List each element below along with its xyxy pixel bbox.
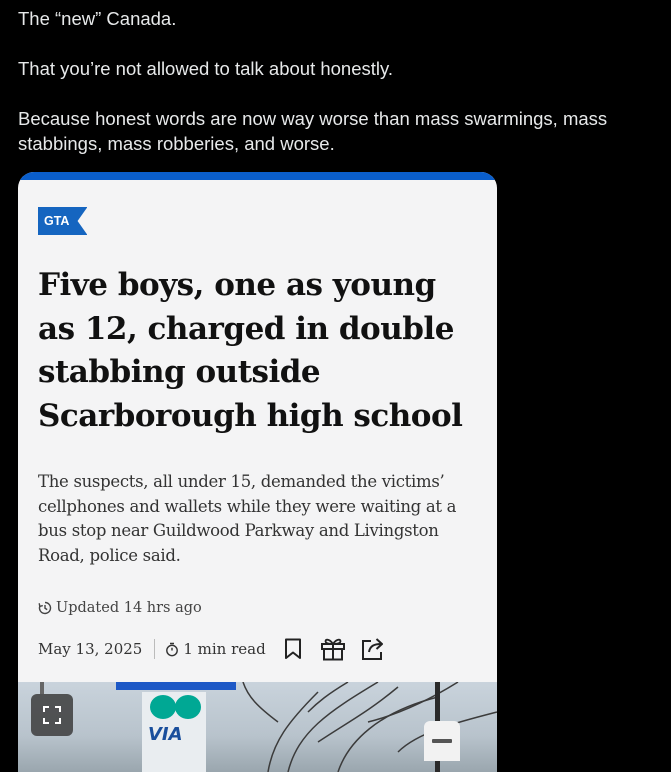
article-meta: May 13, 2025 1 min read [38, 634, 386, 664]
minimize-button[interactable] [424, 721, 460, 761]
article-dek: The suspects, all under 15, demanded the… [38, 472, 457, 565]
post-text: The “new” Canada. That you’re not allowe… [18, 6, 658, 156]
gift-icon [320, 638, 345, 661]
gift-button[interactable] [320, 636, 346, 662]
read-time: 1 min read [165, 640, 266, 658]
article-headline[interactable]: Five boys, one as young as 12, charged i… [38, 264, 478, 438]
meta-divider [154, 639, 156, 659]
article-card[interactable]: GTA Five boys, one as young as 12, charg… [18, 172, 497, 772]
updated-text: Updated 14 hrs ago [56, 600, 202, 616]
minus-icon [432, 739, 452, 743]
accent-bar [18, 172, 497, 180]
expand-icon [43, 706, 61, 724]
timer-icon [166, 642, 179, 656]
updated-info: Updated 14 hrs ago [38, 600, 202, 616]
article-photo[interactable]: VIA [18, 682, 497, 772]
publish-date: May 13, 2025 [38, 640, 143, 658]
share-button[interactable] [360, 636, 386, 662]
section-tag[interactable]: GTA [38, 207, 88, 235]
post-line-1: The “new” Canada. [18, 8, 177, 29]
post-line-2: That you’re not allowed to talk about ho… [18, 58, 394, 79]
read-time-text: 1 min read [183, 640, 266, 658]
post-line-3: Because honest words are now way worse t… [18, 108, 608, 154]
bookmark-button[interactable] [280, 636, 306, 662]
expand-image-button[interactable] [31, 694, 73, 736]
share-icon [361, 638, 383, 660]
bookmark-icon [284, 638, 301, 659]
clock-refresh-icon [38, 601, 52, 615]
svg-text:VIA: VIA [148, 724, 183, 745]
